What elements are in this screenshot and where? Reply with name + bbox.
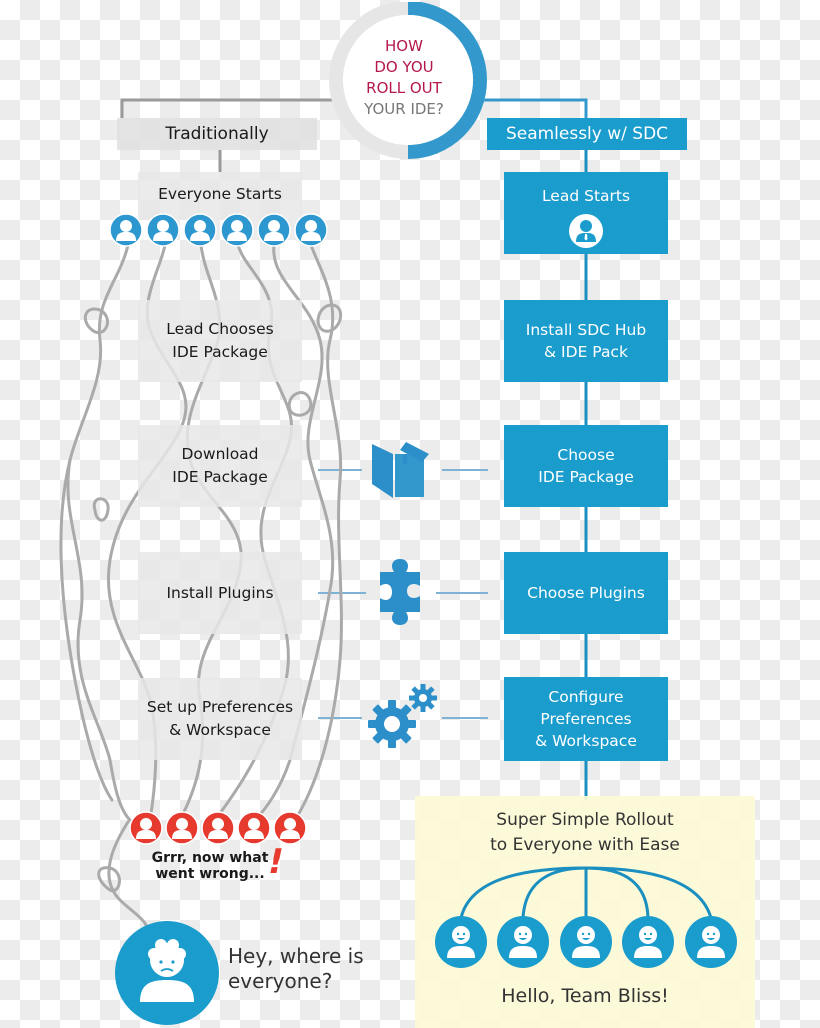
happy-user-icon: [497, 916, 549, 968]
happy-users-row: [435, 916, 737, 968]
step-label: Configure Preferences & Workspace: [535, 688, 637, 750]
title-question: HOW DO YOU ROLL OUT YOUR IDE?: [338, 12, 470, 144]
user-icon: [220, 213, 254, 247]
frustrated-user-icon: [165, 811, 199, 845]
step-download-package: Download IDE Package: [138, 425, 302, 507]
step-install-plugins: Install Plugins: [138, 552, 302, 634]
everyone-users-row: [109, 213, 328, 247]
happy-user-icon: [560, 916, 612, 968]
step-label: Choose Plugins: [527, 584, 645, 602]
step-setup-preferences: Set up Preferences & Workspace: [138, 678, 302, 760]
step-configure-preferences: Configure Preferences & Workspace: [504, 677, 668, 761]
step-label: Set up Preferences & Workspace: [146, 698, 294, 739]
user-icon: [109, 213, 143, 247]
frustrated-users-row: [129, 811, 307, 845]
happy-user-icon: [435, 916, 487, 968]
title-line-3: ROLL OUT: [366, 79, 442, 97]
puzzle-piece-icon: [380, 559, 420, 625]
title-line-4: YOUR IDE?: [364, 100, 444, 118]
step-label: Install SDC Hub & IDE Pack: [525, 321, 647, 361]
step-label: Install Plugins: [166, 583, 274, 602]
user-icon: [183, 213, 217, 247]
step-choose-ide-package: Choose IDE Package: [504, 425, 668, 507]
happy-user-icon: [685, 916, 737, 968]
step-lead-starts: Lead Starts: [504, 172, 668, 254]
happy-user-icon: [622, 916, 674, 968]
user-icon: [294, 213, 328, 247]
lonely-lead-icon: [115, 921, 219, 1025]
lead-user-icon: [569, 214, 603, 248]
frustrated-user-icon: [201, 811, 235, 845]
step-choose-plugins: Choose Plugins: [504, 552, 668, 634]
frustrated-user-icon: [129, 811, 163, 845]
bliss-title-line-2: to Everyone with Ease: [490, 835, 680, 855]
step-label: Lead Chooses IDE Package: [166, 320, 274, 361]
bliss-footer: Hello, Team Bliss!: [501, 985, 669, 1007]
frustrated-user-icon: [273, 811, 307, 845]
step-label: Lead Starts: [541, 187, 631, 205]
step-lead-chooses: Lead Chooses IDE Package: [138, 300, 302, 382]
title-line-1: HOW: [385, 37, 423, 55]
step-install-sdc-hub: Install SDC Hub & IDE Pack: [504, 300, 668, 382]
caption-line-2: went wrong...: [155, 866, 265, 882]
frustration-caption: Grrr, now what went wrong...: [135, 850, 285, 882]
bliss-title: Super Simple Rollout to Everyone with Ea…: [415, 808, 755, 858]
sdc-header: Seamlessly w/ SDC: [487, 118, 687, 150]
lonely-lead-text: Hey, where is everyone?: [228, 944, 364, 994]
frustrated-user-icon: [237, 811, 271, 845]
hey-line-2: everyone?: [228, 969, 333, 993]
caption-line-1: Grrr, now what: [151, 850, 269, 866]
box-icon: [372, 442, 429, 498]
title-line-2: DO YOU: [374, 58, 434, 76]
hey-line-1: Hey, where is: [228, 944, 364, 968]
user-icon: [257, 213, 291, 247]
gears-icon: [368, 684, 437, 748]
traditionally-header: Traditionally: [117, 118, 317, 150]
step-label: Download IDE Package: [172, 445, 268, 486]
user-icon: [146, 213, 180, 247]
step-label: Everyone Starts: [158, 185, 282, 203]
bliss-title-line-1: Super Simple Rollout: [496, 810, 674, 830]
step-label: Choose IDE Package: [538, 446, 634, 486]
